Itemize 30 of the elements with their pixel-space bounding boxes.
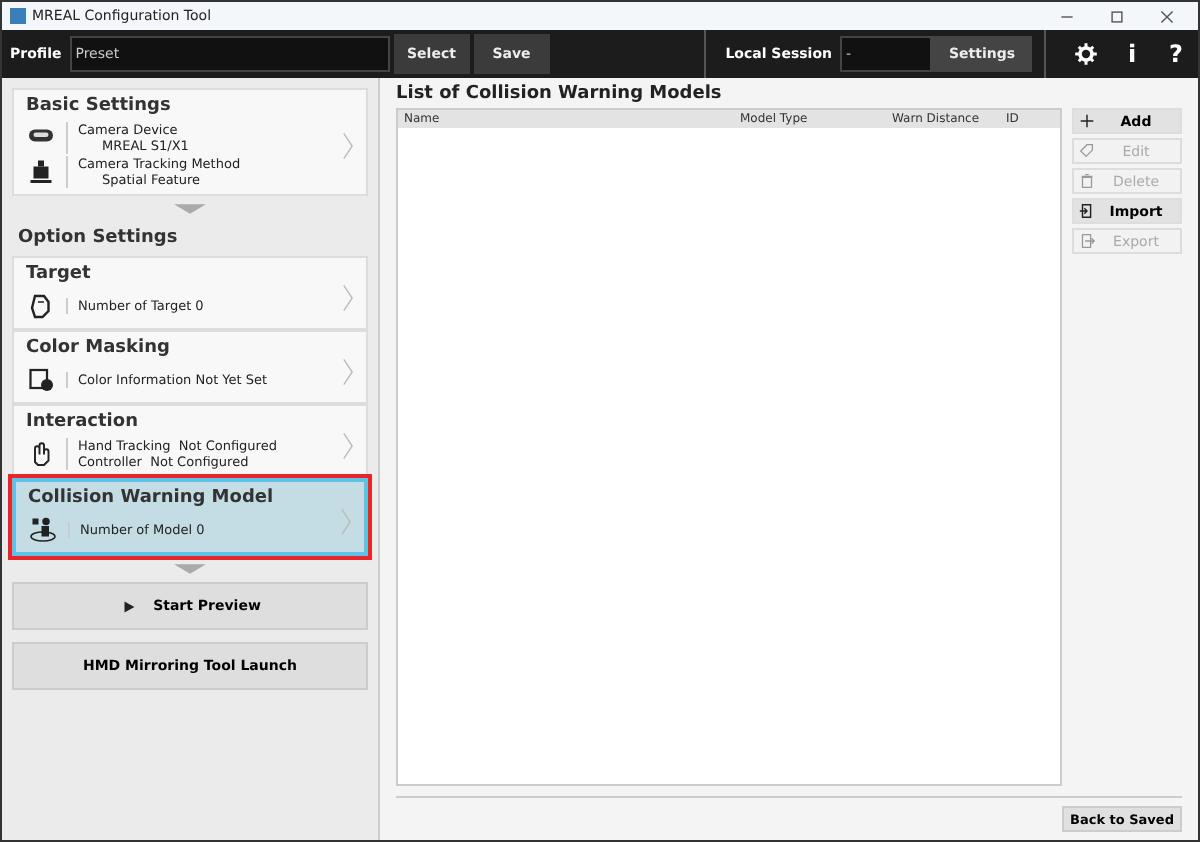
help-button[interactable]: ? bbox=[1154, 40, 1198, 68]
figures-icon bbox=[28, 514, 58, 544]
card-title: Basic Settings bbox=[26, 96, 173, 116]
down-arrow-icon bbox=[174, 564, 206, 574]
close-icon[interactable] bbox=[1160, 9, 1174, 23]
list-title: List of Collision Warning Models bbox=[396, 84, 724, 104]
chevron-icon bbox=[340, 507, 352, 535]
marker-icon bbox=[26, 290, 56, 320]
tag-icon bbox=[1078, 142, 1096, 160]
mask-icon bbox=[26, 364, 56, 394]
down-arrow-icon bbox=[174, 204, 206, 214]
chevron-icon bbox=[342, 431, 354, 459]
plus-icon bbox=[1078, 112, 1096, 130]
chevron-icon bbox=[342, 132, 354, 160]
card-title: Target bbox=[26, 264, 93, 284]
trash-icon bbox=[1078, 172, 1096, 190]
app-icon bbox=[10, 8, 26, 24]
settings-icon[interactable] bbox=[1074, 42, 1098, 66]
maximize-icon[interactable] bbox=[1110, 9, 1124, 23]
import-icon bbox=[1078, 202, 1096, 220]
export-icon bbox=[1078, 232, 1096, 250]
chevron-icon bbox=[342, 283, 354, 311]
info-button[interactable]: i bbox=[1110, 40, 1154, 68]
card-title: Color Masking bbox=[26, 338, 172, 358]
card-title: Interaction bbox=[26, 412, 140, 432]
play-icon bbox=[119, 597, 138, 615]
tracker-icon bbox=[26, 156, 56, 186]
section-title: Option Settings bbox=[18, 228, 180, 248]
card-title: Collision Warning Model bbox=[28, 488, 276, 508]
chevron-icon bbox=[342, 357, 354, 385]
